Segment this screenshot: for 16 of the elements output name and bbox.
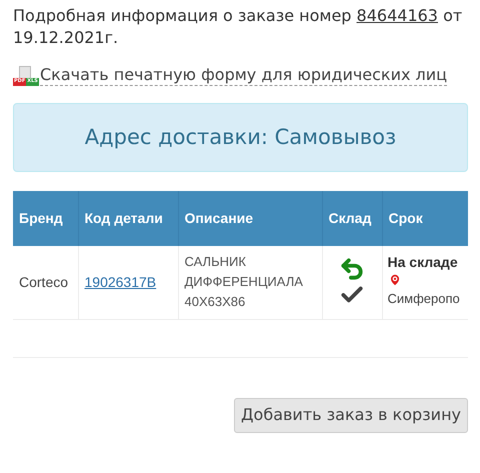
download-link[interactable]: Скачать печатную форму для юридических лиц [40,65,448,86]
description-cell: САЛЬНИК ДИФФЕРЕНЦИАЛА 40X63X86 [178,246,322,319]
column-header: Склад [322,191,382,246]
add-to-cart-button[interactable]: Добавить заказ в корзину [234,398,468,432]
map-pin-icon [388,273,402,287]
delivery-banner: Адрес доставки: Самовывоз [13,103,468,172]
location-text: Симферопо [388,290,461,308]
column-header: Код детали [78,191,178,246]
order-info-text: Подробная информация о заказе номер 84644163 от 19.12.2021г. [13,5,464,49]
order-number-link[interactable]: 84644163 [356,6,438,25]
column-header: Срок [382,191,468,246]
column-header: Описание [178,191,322,246]
part-code-link[interactable]: 19026317B [84,274,156,290]
brand-cell: Corteco [13,246,78,319]
column-header: Бренд [13,191,78,246]
term-text: На складе [388,253,459,272]
